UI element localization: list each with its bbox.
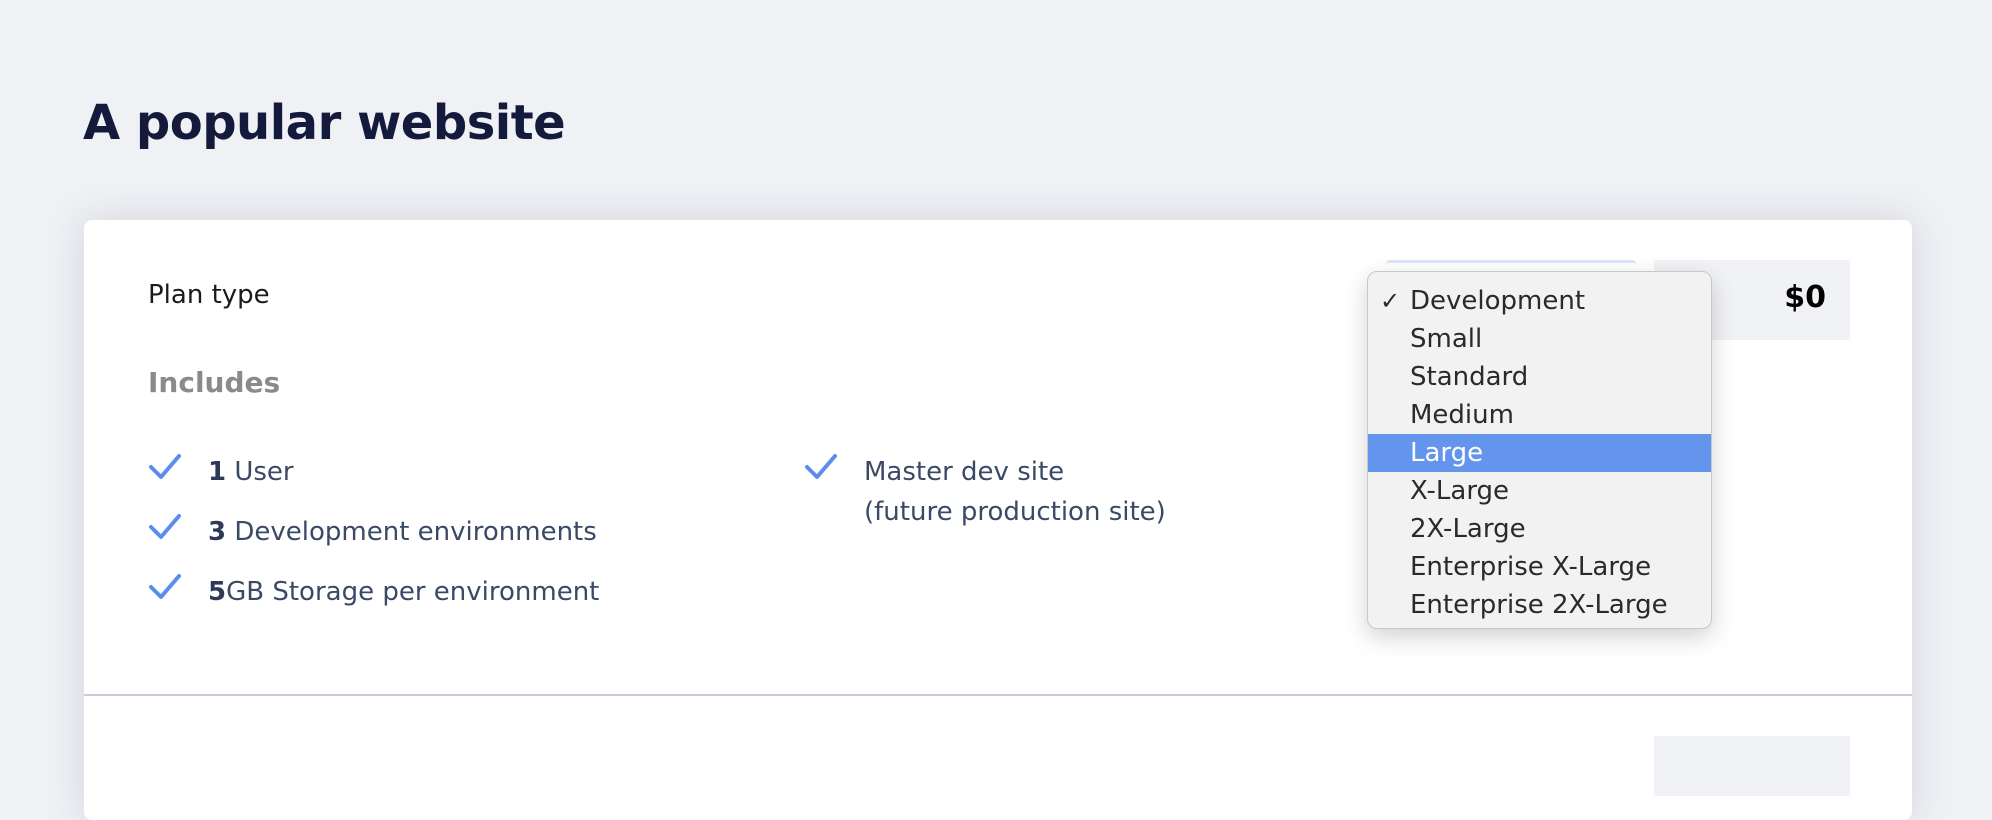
option-label: Large [1410,438,1484,468]
feature-text: User [226,457,294,487]
option-label: Medium [1410,400,1514,430]
page-title: A popular website [83,95,566,151]
dropdown-option-enterprise-x-large[interactable]: Enterprise X-Large [1368,548,1711,586]
plan-price: $0 [1784,280,1826,315]
dropdown-option-large[interactable]: Large [1368,434,1711,472]
option-label: X-Large [1410,476,1510,506]
plan-type-dropdown[interactable]: ✓ Development Small Standard Medium Larg… [1367,271,1712,629]
dropdown-option-small[interactable]: Small [1368,320,1711,358]
feature-list: 1 User 3 Development environments 5GB St… [148,452,599,632]
includes-heading: Includes [148,366,281,399]
option-label: Small [1410,324,1483,354]
dropdown-option-2x-large[interactable]: 2X-Large [1368,510,1711,548]
feature-text: Master dev site [864,457,1065,487]
feature-count: 1 [208,457,227,487]
checkmark-icon: ✓ [1380,287,1401,315]
check-icon [149,454,181,479]
check-icon [149,574,181,599]
feature-item-master-dev-site: Master dev site (future production site) [804,452,1166,532]
feature-item-dev-environments: 3 Development environments [148,512,599,552]
check-icon [805,454,837,479]
feature-list-secondary: Master dev site (future production site) [804,452,1166,552]
feature-count: 5 [208,577,227,607]
option-label: 2X-Large [1410,514,1526,544]
option-label: Development [1410,286,1586,316]
next-price-box [1654,736,1850,796]
dropdown-option-enterprise-2x-large[interactable]: Enterprise 2X-Large [1368,586,1711,624]
check-icon [149,514,181,539]
feature-text: Development environments [226,517,597,547]
option-label: Enterprise 2X-Large [1410,590,1668,620]
dropdown-option-standard[interactable]: Standard [1368,358,1711,396]
feature-item-storage: 5GB Storage per environment [148,572,599,612]
option-label: Standard [1410,362,1529,392]
feature-item-users: 1 User [148,452,599,492]
section-divider [84,694,1912,696]
feature-subtext: (future production site) [864,497,1166,527]
feature-text: GB Storage per environment [226,577,600,607]
option-label: Enterprise X-Large [1410,552,1652,582]
feature-count: 3 [208,517,227,547]
dropdown-option-medium[interactable]: Medium [1368,396,1711,434]
dropdown-option-development[interactable]: ✓ Development [1368,282,1711,320]
plan-type-label: Plan type [148,280,270,310]
dropdown-option-x-large[interactable]: X-Large [1368,472,1711,510]
